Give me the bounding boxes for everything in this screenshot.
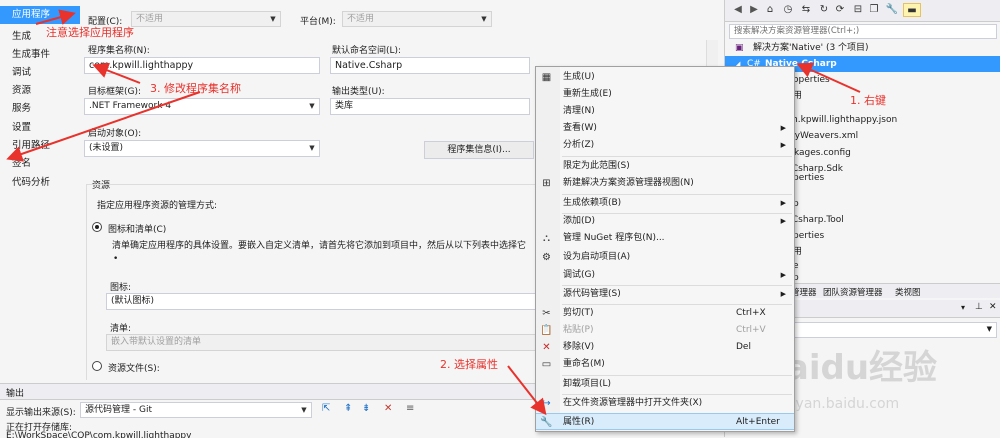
arrow-to-project xyxy=(796,62,861,93)
annotation-step1: 1. 右键 xyxy=(850,94,886,107)
annotation-arrows xyxy=(6,9,861,416)
annotation-step3: 3. 修改程序集名称 xyxy=(150,82,241,95)
arrow-to-assembly-field xyxy=(92,62,141,84)
annotation-select-app: 注意选择应用程序 xyxy=(46,26,134,39)
arrow-to-application xyxy=(35,9,76,25)
arrow-to-assembly-name xyxy=(6,91,201,162)
arrow-to-properties xyxy=(507,365,547,416)
annotation-step2: 2. 选择属性 xyxy=(440,358,498,371)
